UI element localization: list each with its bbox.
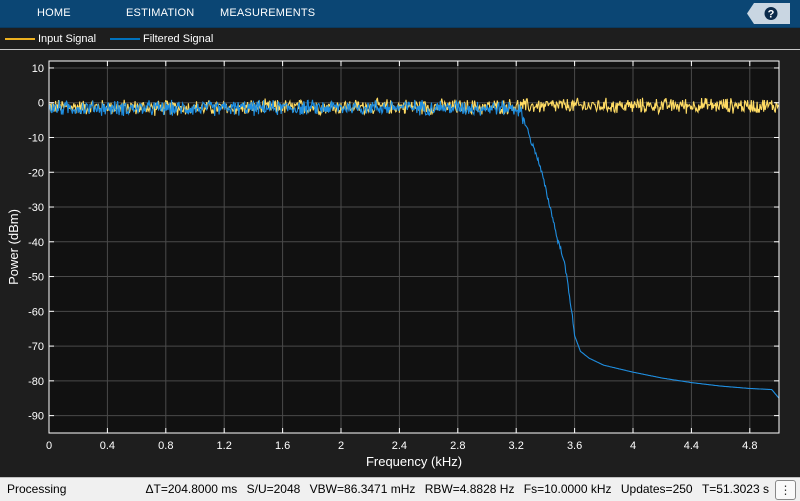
- status-bar: Processing ΔT=204.8000 ms S/U=2048 VBW=8…: [0, 477, 800, 501]
- legend-label-input: Input Signal: [38, 32, 97, 45]
- x-tick-label: 2: [338, 440, 344, 452]
- legend-line-filtered: [110, 37, 140, 40]
- x-tick-label: 0: [46, 440, 52, 452]
- y-axis-label: Power (dBm): [6, 209, 21, 285]
- y-tick-label: 10: [32, 63, 44, 75]
- legend-item-filtered-signal[interactable]: Filtered Signal: [110, 28, 213, 49]
- x-tick-label: 2.4: [392, 440, 407, 452]
- status-menu-button[interactable]: ⋮: [775, 480, 796, 500]
- x-tick-label: 1.2: [217, 440, 232, 452]
- status-rbw: RBW=4.8828 Hz: [424, 482, 515, 496]
- y-tick-label: -70: [28, 341, 44, 353]
- spectrum-chart[interactable]: 0 0.4 0.8 1.2 1.6 2 2.4 2.8 3.2 3.6 4 4.4 4.8 10 0 -10 -…: [0, 50, 800, 476]
- toolstrip: HOME ESTIMATION MEASUREMENTS ?: [0, 0, 800, 28]
- y-tick-label: -10: [28, 132, 44, 144]
- tab-estimation[interactable]: ESTIMATION: [126, 0, 194, 27]
- x-tick-label: 0.8: [158, 440, 173, 452]
- legend-label-filtered: Filtered Signal: [143, 32, 214, 45]
- x-tick-label: 4: [630, 440, 636, 452]
- tab-home[interactable]: HOME: [37, 0, 71, 27]
- status-readouts: ΔT=204.8000 ms S/U=2048 VBW=86.3471 mHz …: [140, 478, 769, 501]
- y-tick-label: -80: [28, 376, 44, 388]
- status-fs: Fs=10.0000 kHz: [523, 482, 612, 496]
- y-tick-label: -20: [28, 167, 44, 179]
- legend-item-input-signal[interactable]: Input Signal: [5, 28, 96, 49]
- y-tick-label: -40: [28, 237, 44, 249]
- tab-measurements[interactable]: MEASUREMENTS: [220, 0, 315, 27]
- y-tick-label: -50: [28, 272, 44, 284]
- legend-line-input: [5, 37, 35, 40]
- status-vbw: VBW=86.3471 mHz: [309, 482, 416, 496]
- x-tick-label: 2.8: [450, 440, 465, 452]
- svg-text:?: ?: [768, 9, 775, 21]
- x-tick-label: 3.2: [509, 440, 524, 452]
- y-tick-label: -30: [28, 202, 44, 214]
- help-tab-shape: ?: [747, 3, 790, 24]
- y-tick-label: 0: [38, 98, 44, 110]
- x-axis-label: Frequency (kHz): [366, 454, 462, 469]
- y-tick-label: -60: [28, 306, 44, 318]
- x-tick-label: 0.4: [100, 440, 115, 452]
- help-button[interactable]: ?: [747, 3, 790, 24]
- plot-background: [49, 61, 779, 433]
- x-tick-label: 4.4: [684, 440, 699, 452]
- status-updates: Updates=250: [620, 482, 693, 496]
- x-tick-label: 3.6: [567, 440, 582, 452]
- status-time: T=51.3023 s: [701, 482, 769, 496]
- y-tick-label: -90: [28, 411, 44, 423]
- status-processing: Processing: [7, 482, 67, 496]
- status-samples-per-update: S/U=2048: [246, 482, 301, 496]
- status-delta-t: ΔT=204.8000 ms: [145, 482, 238, 496]
- plot-area: 0 0.4 0.8 1.2 1.6 2 2.4 2.8 3.2 3.6 4 4.4 4.8 10 0 -10 -…: [0, 50, 800, 476]
- x-tick-label: 1.6: [275, 440, 290, 452]
- legend: Input Signal Filtered Signal: [0, 28, 800, 50]
- x-tick-label: 4.8: [742, 440, 757, 452]
